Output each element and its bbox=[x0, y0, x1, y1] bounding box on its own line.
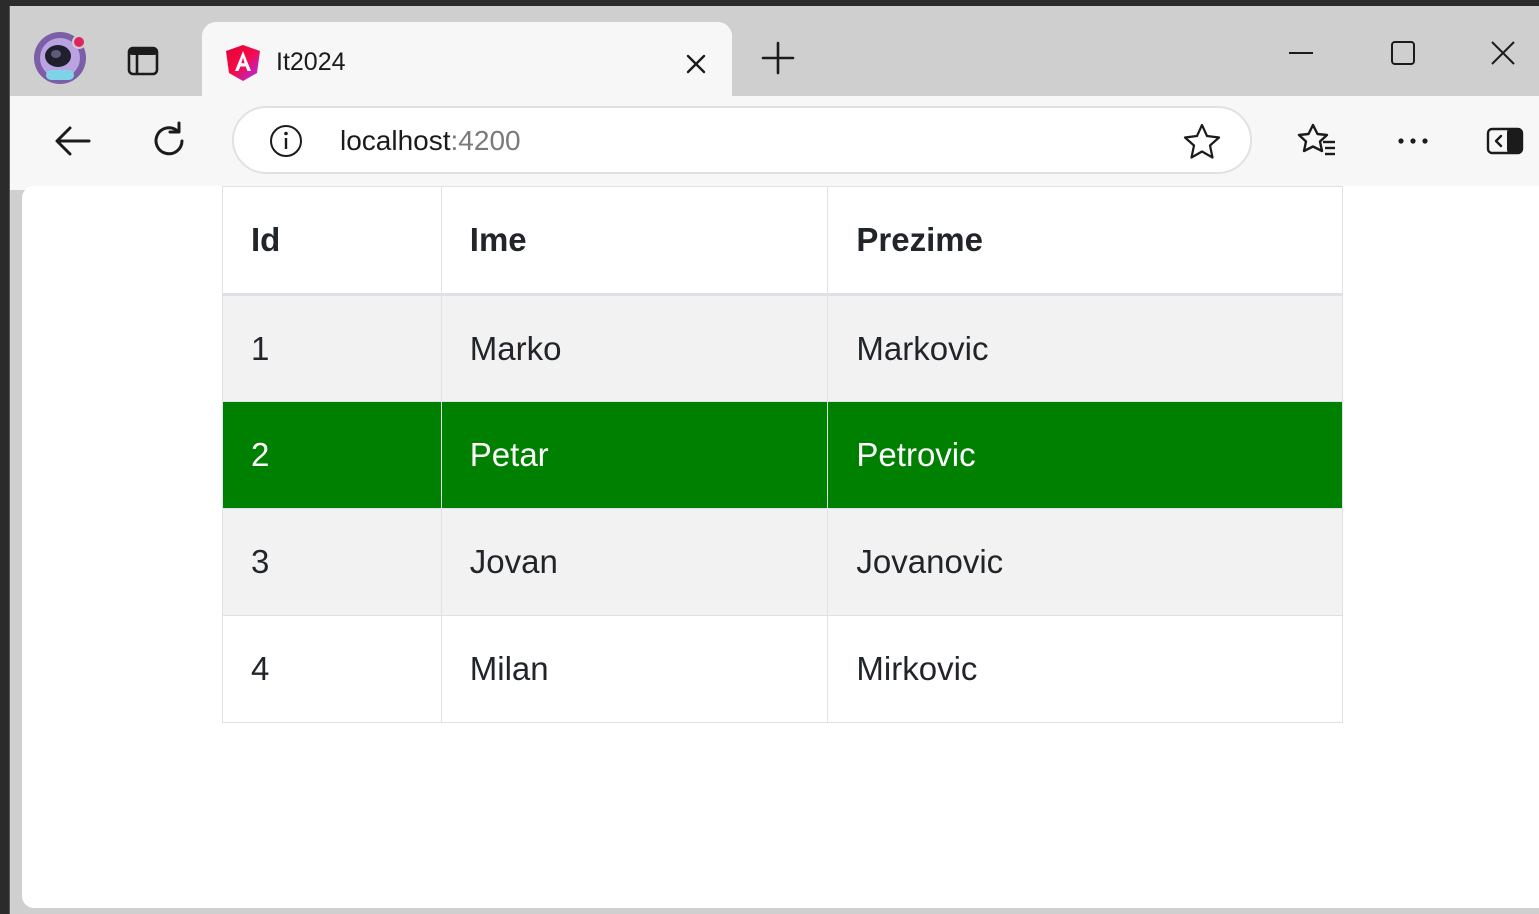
cell-prezime: Petrovic bbox=[827, 401, 1343, 509]
tab-title: It2024 bbox=[276, 48, 346, 76]
maximize-icon[interactable] bbox=[1378, 28, 1428, 78]
page-content: Id Ime Prezime 1 Marko Markovic 2 Petar … bbox=[22, 186, 1539, 908]
table-row[interactable]: 4 Milan Mirkovic bbox=[222, 615, 1343, 723]
info-icon[interactable] bbox=[268, 123, 304, 159]
sidebar-icon[interactable] bbox=[1480, 116, 1530, 166]
table-row[interactable]: 1 Marko Markovic bbox=[222, 294, 1343, 402]
url-host: localhost bbox=[340, 125, 451, 156]
workspaces-icon[interactable] bbox=[118, 36, 168, 86]
more-icon[interactable] bbox=[1388, 116, 1438, 166]
cell-prezime: Mirkovic bbox=[827, 615, 1343, 723]
cell-prezime: Jovanovic bbox=[827, 508, 1343, 616]
cell-id: 2 bbox=[222, 401, 442, 509]
close-tab-icon[interactable] bbox=[678, 46, 714, 82]
cell-ime: Jovan bbox=[440, 508, 829, 616]
browser-window: It2024 localhost:4200 Id Ime Prezime 1 M… bbox=[9, 6, 1539, 914]
table-header-row: Id Ime Prezime bbox=[222, 186, 1343, 296]
users-table: Id Ime Prezime 1 Marko Markovic 2 Petar … bbox=[222, 186, 1343, 723]
profile-avatar-icon[interactable] bbox=[32, 30, 88, 86]
cell-id: 4 bbox=[222, 615, 442, 723]
cell-ime: Petar bbox=[440, 401, 829, 509]
close-window-icon[interactable] bbox=[1478, 28, 1528, 78]
cell-ime: Milan bbox=[440, 615, 829, 723]
column-header-id: Id bbox=[222, 186, 442, 296]
minimize-icon[interactable] bbox=[1276, 28, 1326, 78]
navigation-toolbar: localhost:4200 bbox=[10, 96, 1539, 190]
address-bar[interactable]: localhost:4200 bbox=[232, 106, 1252, 174]
cell-ime: Marko bbox=[440, 294, 829, 402]
cell-id: 3 bbox=[222, 508, 442, 616]
cell-id: 1 bbox=[222, 294, 442, 402]
angular-logo-icon bbox=[224, 44, 262, 82]
new-tab-plus-icon[interactable] bbox=[756, 36, 800, 80]
column-header-ime: Ime bbox=[440, 186, 829, 296]
table-row-selected[interactable]: 2 Petar Petrovic bbox=[222, 401, 1343, 509]
star-icon[interactable] bbox=[1182, 122, 1222, 162]
url-text[interactable]: localhost:4200 bbox=[340, 125, 521, 157]
tab-bar: It2024 bbox=[10, 6, 1539, 102]
table-row[interactable]: 3 Jovan Jovanovic bbox=[222, 508, 1343, 616]
tab-it2024[interactable]: It2024 bbox=[202, 22, 732, 102]
back-arrow-icon[interactable] bbox=[48, 116, 98, 166]
url-port: :4200 bbox=[450, 125, 521, 156]
refresh-icon[interactable] bbox=[144, 116, 194, 166]
cell-prezime: Markovic bbox=[827, 294, 1343, 402]
column-header-prezime: Prezime bbox=[827, 186, 1343, 296]
favorites-icon[interactable] bbox=[1292, 116, 1342, 166]
